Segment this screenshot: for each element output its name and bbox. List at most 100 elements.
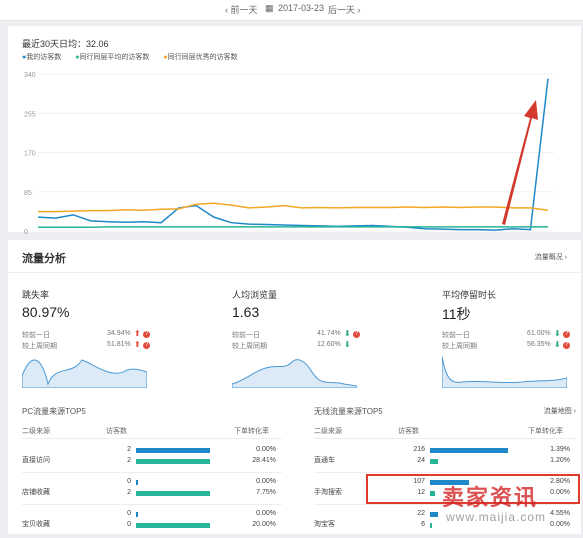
- watermark: 卖家资讯 www.maijia.com: [432, 480, 580, 530]
- bounce-sparkline: [22, 354, 147, 388]
- arrow-down-icon: ⬇: [554, 329, 561, 338]
- visitor-trend-chart: 34025517085002-2302-2502-2703-0103-0303-…: [8, 56, 581, 236]
- visitors-bar: [136, 523, 210, 528]
- table-row[interactable]: 直通车 216 24 1.39% 1.20%: [314, 446, 576, 474]
- y-tick-label: 170: [24, 151, 36, 158]
- arrow-down-icon: ⬇: [554, 340, 561, 349]
- metric-bounce-rate: 跳失率 80.97% 较前一日 34.94% ⬆ ? 较上周同期 51.81% …: [22, 288, 172, 398]
- flow-overview-link[interactable]: 流量概况 ›: [535, 252, 567, 262]
- compare-value: 56.35%: [527, 341, 551, 348]
- visitors-value: 24: [411, 457, 425, 464]
- visitors-bar: [136, 512, 138, 517]
- source-name: 直接访问: [22, 455, 50, 465]
- help-icon[interactable]: ?: [143, 342, 150, 349]
- table-row[interactable]: 直接访问 2 2 0.00% 28.41%: [22, 446, 282, 474]
- conversion-rate: 1.20%: [530, 457, 570, 464]
- help-icon[interactable]: ?: [563, 342, 570, 349]
- col-header: 下单转化率: [234, 426, 269, 436]
- overview-link-label: 流量概况: [535, 254, 563, 261]
- source-name: 宝贝收藏: [22, 519, 50, 529]
- y-tick-label: 255: [24, 111, 36, 118]
- conversion-rate: 20.00%: [236, 521, 276, 528]
- source-name: 店铺收藏: [22, 487, 50, 497]
- compare-label: 较前一日: [442, 330, 470, 340]
- visitors-value: 2: [117, 489, 131, 496]
- visitors-value: 6: [411, 521, 425, 528]
- help-icon[interactable]: ?: [353, 331, 360, 338]
- compare-value: 34.94%: [107, 330, 131, 337]
- source-name: 淘宝客: [314, 519, 335, 529]
- metric-avg-stay: 平均停留时长 11秒 较前一日 61.00% ⬇ ? 较上周同期 56.35% …: [442, 288, 582, 398]
- flow-title: 流量分析: [22, 250, 66, 266]
- metric-value: 11秒: [442, 304, 471, 324]
- visitors-bar: [430, 459, 438, 464]
- visitors-bar: [430, 448, 508, 453]
- map-link-label: 流量地图: [544, 408, 572, 415]
- wireless-sources-title: 无线流量来源TOP5: [314, 406, 383, 417]
- y-tick-label: 340: [24, 72, 36, 79]
- conversion-rate: 0.00%: [236, 446, 276, 453]
- prev-day-label: 前一天: [231, 5, 258, 15]
- col-header: 二级来源: [22, 426, 50, 436]
- metric-pageviews: 人均浏览量 1.63 较前一日 41.74% ⬇ ? 较上周同期 12.60% …: [232, 288, 382, 398]
- metric-value: 1.63: [232, 304, 259, 320]
- watermark-url: www.maijia.com: [446, 510, 546, 524]
- visitors-bar: [136, 480, 138, 485]
- compare-label: 较上周同期: [22, 341, 57, 351]
- source-name: 手淘搜索: [314, 487, 342, 497]
- next-day-link[interactable]: 后一天 ›: [328, 3, 361, 16]
- date-nav-bar: ‹ 前一天 ▦ 2017-03-23 后一天 ›: [0, 0, 583, 21]
- arrow-up-icon: ⬆: [134, 340, 141, 349]
- compare-label: 较前一日: [232, 330, 260, 340]
- visitors-value: 216: [411, 446, 425, 453]
- conversion-rate: 0.00%: [236, 478, 276, 485]
- pc-sources-title: PC流量来源TOP5: [22, 406, 86, 417]
- compare-value: 51.81%: [107, 341, 131, 348]
- compare-value: 12.60%: [317, 341, 341, 348]
- table-row[interactable]: 店铺收藏 0 2 0.00% 7.75%: [22, 478, 282, 506]
- visitors-bar: [136, 491, 210, 496]
- compare-value: 61.00%: [527, 330, 551, 337]
- y-tick-label: 0: [24, 229, 28, 236]
- visitors-bar: [136, 448, 210, 453]
- compare-label: 较前一日: [22, 330, 50, 340]
- metric-label: 跳失率: [22, 288, 49, 301]
- visitors-value: 0: [117, 478, 131, 485]
- metric-label: 平均停留时长: [442, 288, 496, 301]
- visitors-value: 0: [117, 521, 131, 528]
- col-header: 访客数: [398, 426, 419, 436]
- conversion-rate: 28.41%: [236, 457, 276, 464]
- help-icon[interactable]: ?: [143, 331, 150, 338]
- stay-sparkline: [442, 354, 567, 388]
- visitors-bar: [136, 459, 210, 464]
- prev-day-link[interactable]: ‹ 前一天: [225, 3, 258, 16]
- arrow-down-icon: ⬇: [344, 340, 351, 349]
- metric-label: 人均浏览量: [232, 288, 277, 301]
- series-line: [38, 203, 548, 211]
- arrow-up-icon: ⬆: [134, 329, 141, 338]
- visitors-value: 0: [117, 510, 131, 517]
- compare-value: 41.74%: [317, 330, 341, 337]
- flow-map-link[interactable]: 流量地图 ›: [544, 406, 576, 416]
- y-tick-label: 85: [24, 190, 32, 197]
- arrow-down-icon: ⬇: [344, 329, 351, 338]
- compare-label: 较上周同期: [442, 341, 477, 351]
- pc-sources-table: PC流量来源TOP5 二级来源 访客数 下单转化率 直接访问220.00%28.…: [22, 406, 282, 534]
- col-header: 下单转化率: [528, 426, 563, 436]
- visitors-value: 2: [117, 457, 131, 464]
- help-icon[interactable]: ?: [563, 331, 570, 338]
- conversion-rate: 0.00%: [236, 510, 276, 517]
- watermark-brand: 卖家资讯: [442, 480, 538, 512]
- visitors-value: 2: [117, 446, 131, 453]
- conversion-rate: 7.75%: [236, 489, 276, 496]
- conversion-rate: 1.39%: [530, 446, 570, 453]
- next-day-label: 后一天: [328, 5, 355, 15]
- source-name: 直通车: [314, 455, 335, 465]
- col-header: 访客数: [106, 426, 127, 436]
- pageviews-sparkline: [232, 354, 357, 388]
- avg-label: 最近30天日均：32.06: [22, 37, 109, 50]
- metric-value: 80.97%: [22, 304, 69, 320]
- current-date: 2017-03-23: [278, 3, 324, 13]
- calendar-icon[interactable]: ▦: [265, 3, 274, 14]
- col-header: 二级来源: [314, 426, 342, 436]
